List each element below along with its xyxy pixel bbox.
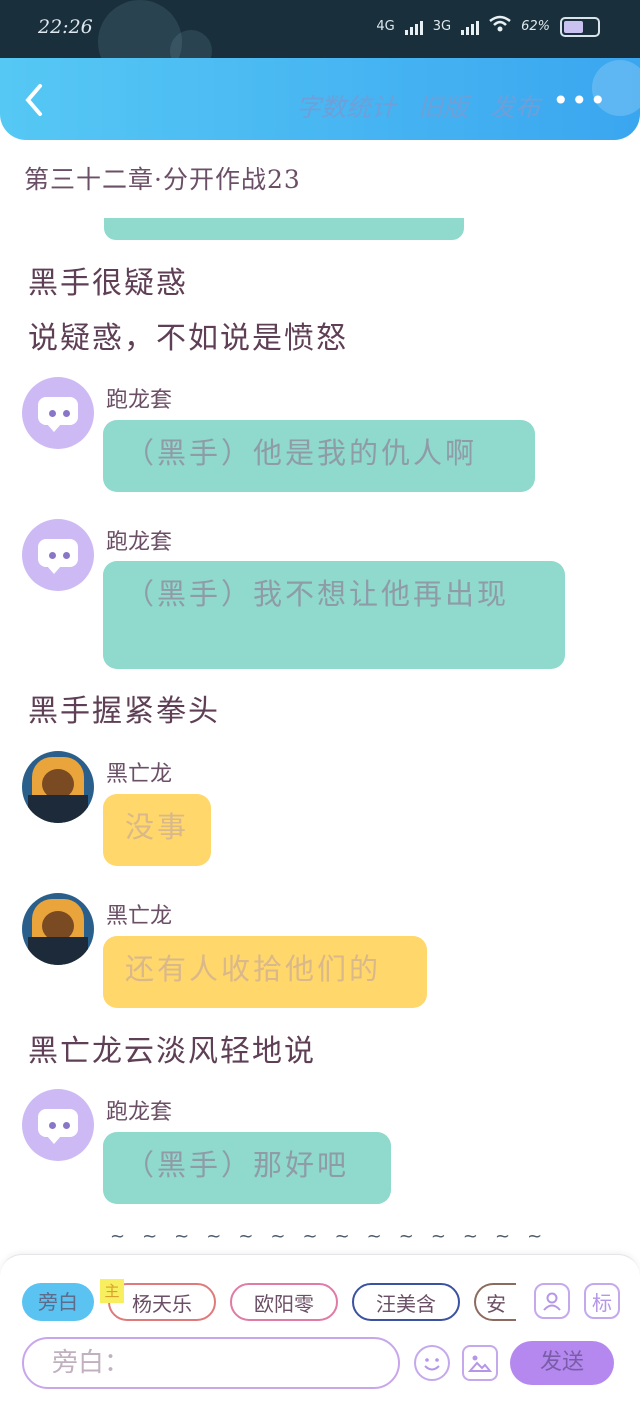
main-character-badge: 主 — [100, 1279, 124, 1303]
character-name: 跑龙套 — [106, 530, 173, 555]
character-name: 黑亡龙 — [106, 904, 173, 929]
avatar[interactable] — [22, 519, 94, 591]
character-manager-icon[interactable] — [534, 1283, 570, 1319]
message-input[interactable]: 旁白： — [22, 1337, 400, 1389]
chat-bubble[interactable]: （黑手）他是我的仇人啊 — [103, 420, 535, 492]
chat-bubble[interactable]: （黑手）我不想让他再出现 — [103, 561, 565, 669]
composer-panel: 旁白 杨天乐 主 欧阳零 汪美含 安 标 旁白： 发送 — [0, 1254, 640, 1426]
network-4g-label: 4G — [376, 19, 395, 34]
old-version-button[interactable]: 旧版 — [418, 88, 468, 124]
chat-bubble[interactable]: 还有人收拾他们的 — [103, 936, 427, 1008]
word-count-button[interactable]: 字数统计 — [296, 88, 396, 124]
publish-button[interactable]: 发布 — [490, 88, 540, 124]
character-name: 跑龙套 — [106, 388, 173, 413]
send-button[interactable]: 发送 — [510, 1341, 614, 1385]
avatar[interactable] — [22, 377, 94, 449]
status-bar: 22:26 4G 3G 62% — [0, 0, 640, 84]
tag-button[interactable]: 标 — [584, 1283, 620, 1319]
role-chip[interactable]: 汪美含 — [352, 1283, 460, 1321]
role-chip[interactable]: 杨天乐 — [108, 1283, 216, 1321]
image-icon[interactable] — [462, 1345, 498, 1381]
avatar[interactable] — [22, 893, 94, 965]
wifi-icon — [489, 15, 511, 38]
avatar[interactable] — [22, 751, 94, 823]
role-chip[interactable]: 欧阳零 — [230, 1283, 338, 1321]
narration-text[interactable]: 黑手很疑惑 — [28, 258, 188, 302]
narration-text[interactable]: 黑亡龙云淡风轻地说 — [28, 1026, 316, 1070]
decoration — [592, 60, 640, 116]
role-chip-narrator[interactable]: 旁白 — [22, 1283, 94, 1321]
battery-percent: 62% — [521, 19, 550, 34]
signal-icon — [404, 19, 423, 35]
top-navigation-bar: 字数统计 旧版 发布 ••• — [0, 58, 640, 140]
narration-text[interactable]: 黑手握紧拳头 — [28, 686, 220, 730]
back-icon[interactable] — [20, 80, 56, 120]
chat-bubble[interactable]: （黑手）那好吧 — [103, 1132, 391, 1204]
battery-icon — [560, 16, 600, 37]
emoji-icon[interactable] — [414, 1345, 450, 1381]
clock: 22:26 — [38, 16, 93, 38]
end-marker: ~~~~~~~~~~~~~~ — [110, 1226, 560, 1247]
avatar[interactable] — [22, 1089, 94, 1161]
character-name: 跑龙套 — [106, 1100, 173, 1125]
network-3g-label: 3G — [432, 19, 452, 34]
partial-chat-bubble — [104, 218, 464, 240]
chapter-title: 第三十二章·分开作战23 — [24, 165, 301, 194]
character-name: 黑亡龙 — [106, 762, 173, 787]
narration-text[interactable]: 说疑惑，不如说是愤怒 — [28, 313, 348, 357]
role-chip[interactable]: 安 — [474, 1283, 516, 1321]
signal-icon — [461, 19, 480, 35]
chat-bubble[interactable]: 没事 — [103, 794, 211, 866]
